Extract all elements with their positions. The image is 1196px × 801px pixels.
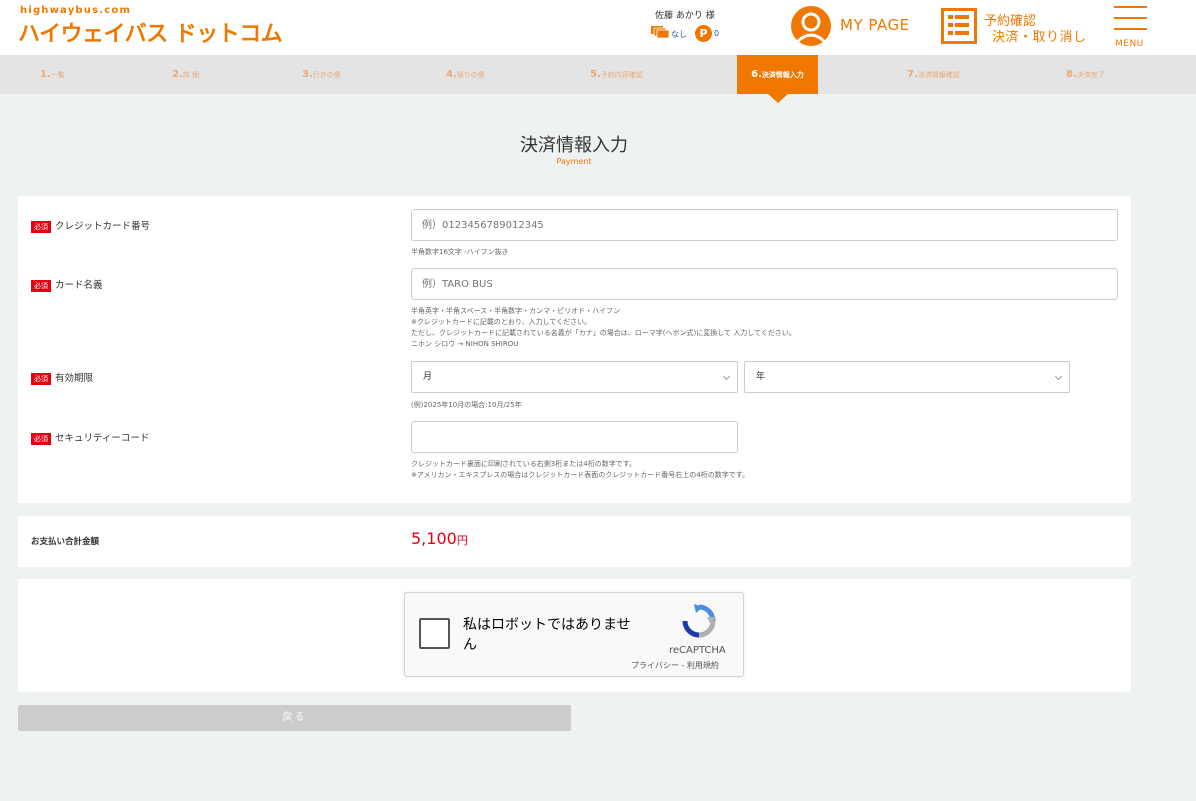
required-badge: 必須 [31,279,51,292]
site-header: highwaybus.com ハイウェイバス ドットコム 佐藤 あかり 様 なし… [0,0,1196,55]
step-6-current: 6.決済情報入力 [737,55,818,103]
point-value[interactable]: 0 [714,29,719,38]
expiry-note: (例)2025年10月の場合:10月/25年 [411,401,522,409]
reservation-link-line2[interactable]: 決済・取り消し [992,26,1087,45]
recaptcha-label: 私はロボットではありません [463,617,631,653]
coupon-count[interactable]: なし [671,29,687,40]
reservation-list-icon[interactable] [941,8,977,44]
step-5: 5.予約内容確認 [590,69,643,80]
page-title: 決済情報入力 [520,135,628,156]
security-code-input[interactable] [411,421,738,453]
chevron-down-icon [722,372,731,381]
card-number-label: 必須 クレジットカード番号 [31,218,150,233]
card-number-note: 半角数字16文字 -ハイフン抜き [411,248,509,256]
recaptcha-brand: reCAPTCHA [669,645,726,656]
recaptcha-privacy-link[interactable]: プライバシー [631,661,679,670]
menu-label: MENU [1115,39,1144,49]
security-code-notes: クレジットカード裏面に印刷されている右側3桁または4桁の数字です。 ※アメリカン… [411,460,750,479]
total-amount: 5,100円 [411,529,468,548]
page-subtitle: Payment [556,157,592,166]
recaptcha-links: プライバシー - 利用規約 [631,661,719,670]
point-icon: P [695,25,712,42]
recaptcha-widget: 私はロボットではありません reCAPTCHA プライバシー - 利用規約 [404,592,744,677]
card-name-input[interactable] [411,268,1118,300]
captcha-panel: 私はロボットではありません reCAPTCHA プライバシー - 利用規約 [18,579,1131,692]
total-panel: お支払い合計金額 5,100円 [18,516,1131,567]
card-number-input[interactable] [411,209,1118,241]
step-1: 1.一覧 [40,69,65,80]
chevron-down-icon [1054,372,1063,381]
back-button[interactable]: 戻る [18,705,571,731]
hamburger-icon [1114,6,1147,8]
card-name-notes: 半角英字・半角スペース・半角数字・カンマ・ピリオド・ハイフン ※クレジットカード… [411,307,796,348]
logo-domain[interactable]: highwaybus.com [20,5,131,16]
recaptcha-checkbox[interactable] [419,618,450,649]
required-badge: 必須 [31,432,51,445]
expiry-year-select[interactable]: 年 [744,361,1070,393]
step-8: 8.決済完了 [1066,69,1105,80]
required-badge: 必須 [31,372,51,385]
expiry-month-select[interactable]: 月 [411,361,738,393]
step-2: 2.詳 細 [172,69,199,80]
security-code-label: 必須 セキュリティーコード [31,430,149,445]
expiry-label: 必須 有効期限 [31,370,93,385]
recaptcha-terms-link[interactable]: 利用規約 [687,661,719,670]
total-label: お支払い合計金額 [31,537,100,547]
site-logo[interactable]: ハイウェイバス ドットコム [18,16,283,48]
payment-form: 必須クレジットカード番号 半角数字16文字 -ハイフン抜き 必須カード名義 半角… [18,196,1131,503]
step-3: 3.行きの便 [302,69,341,80]
recaptcha-icon [682,604,716,638]
card-name-label: 必須 カード名義 [31,277,103,292]
menu-button[interactable]: MENU [1114,6,1148,50]
step-7: 7.決済情報確認 [907,69,960,80]
progress-steps: 1.一覧 2.詳 細 3.行きの便 4.帰りの便 5.予約内容確認 6.決済情報… [0,55,1196,103]
user-icon[interactable] [791,6,831,46]
coupon-icon [651,26,669,38]
step-4: 4.帰りの便 [446,69,485,80]
mypage-link[interactable]: MY PAGE [840,16,910,34]
user-name: 佐藤 あかり 様 [655,11,715,21]
required-badge: 必須 [31,220,51,233]
